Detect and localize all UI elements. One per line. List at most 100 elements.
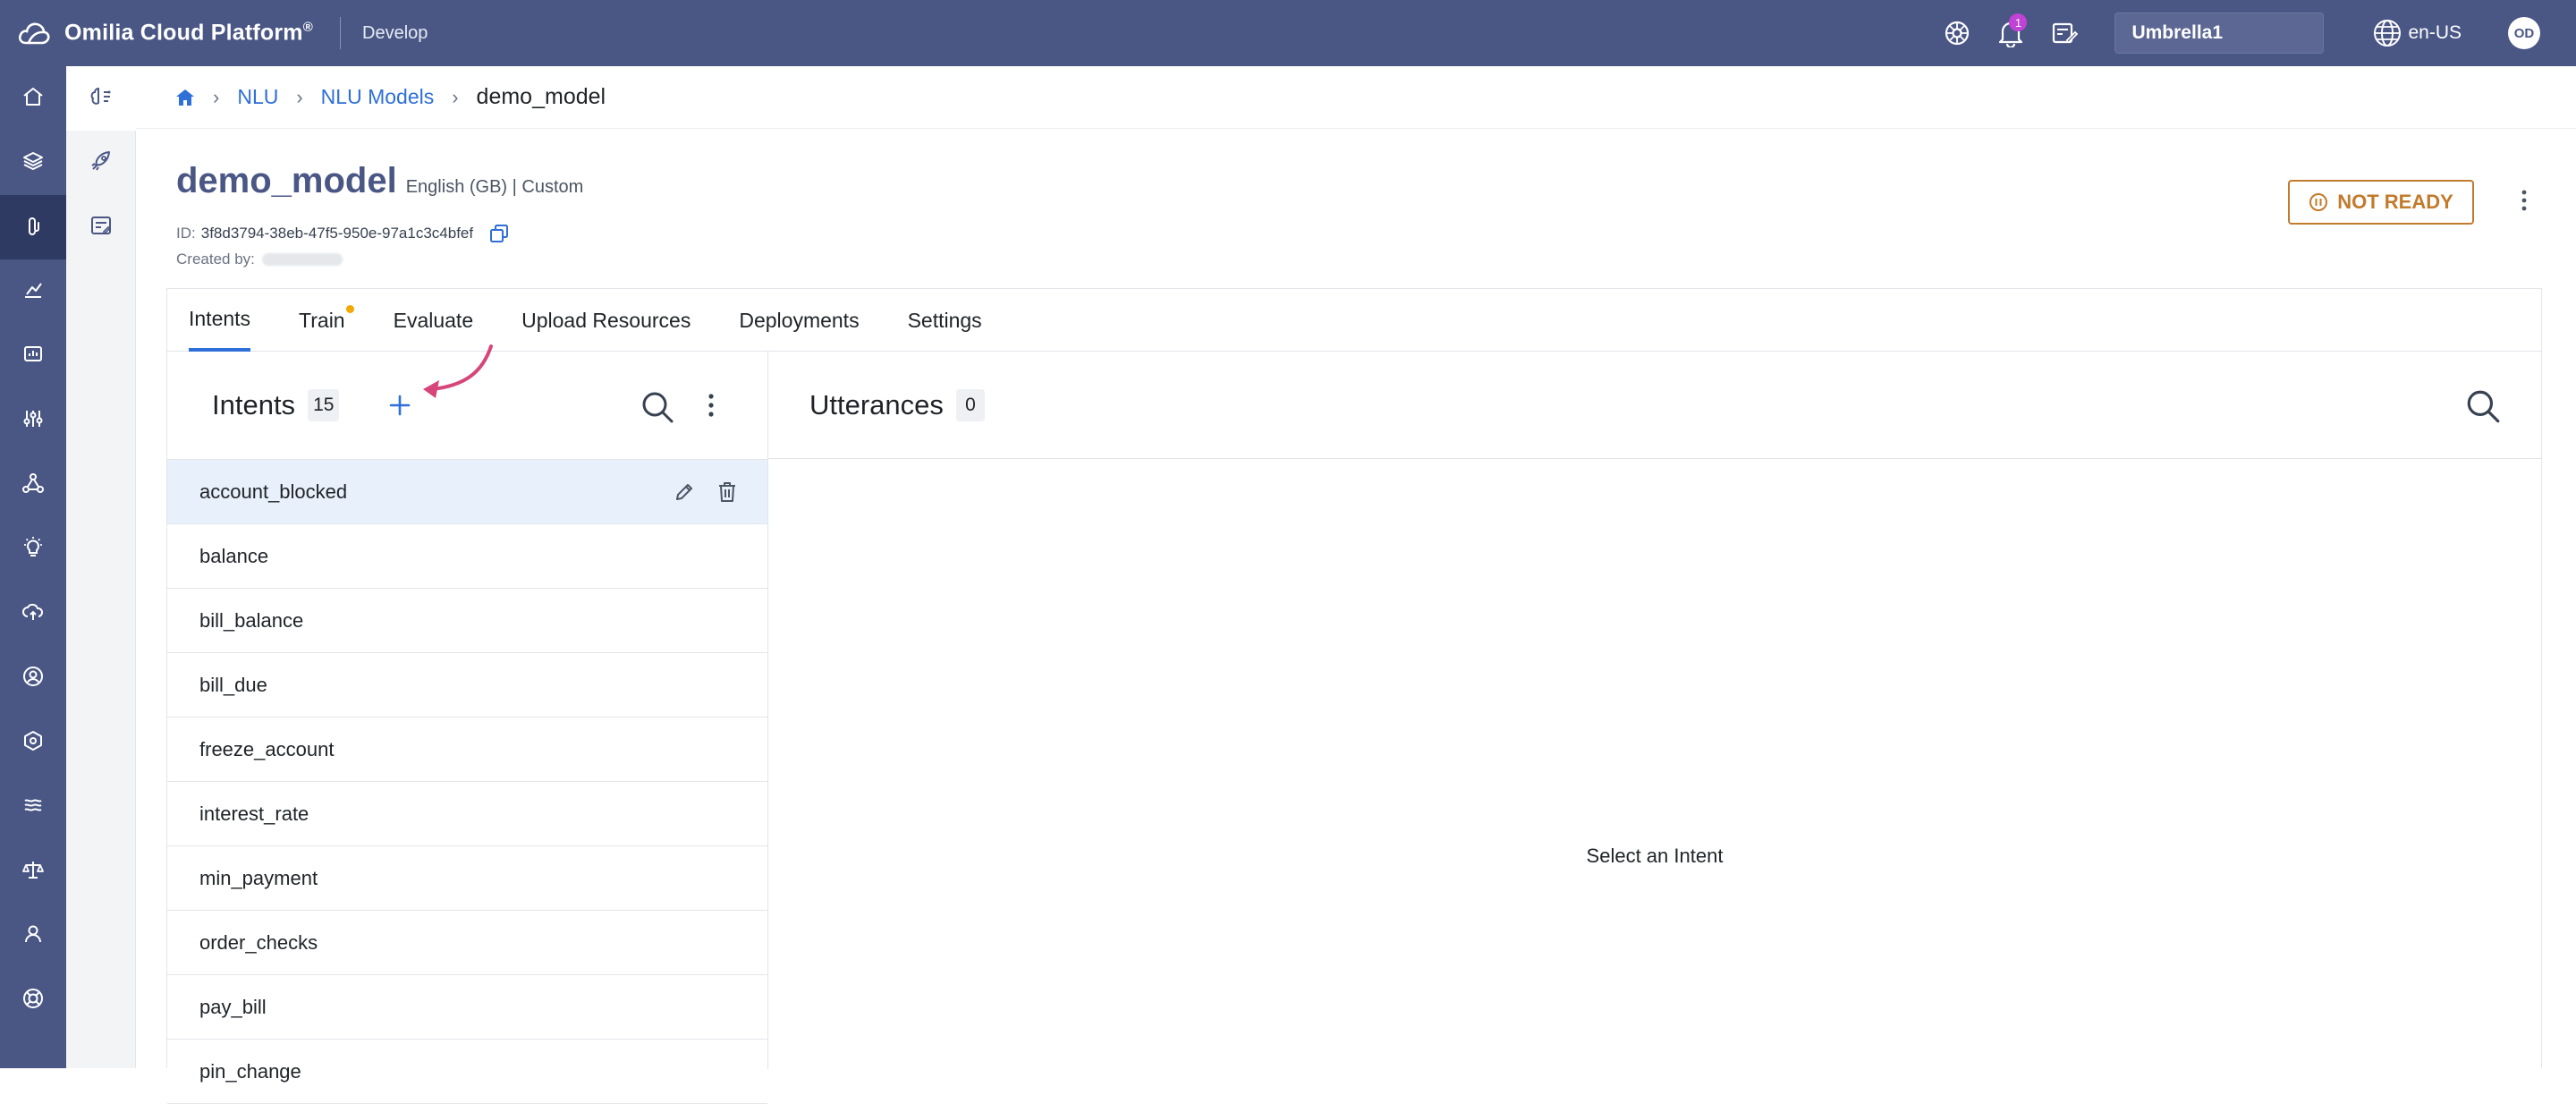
nav-cloud[interactable] xyxy=(0,582,66,646)
plus-icon xyxy=(388,394,411,417)
breadcrumb-current: demo_model xyxy=(476,84,606,109)
utterances-header: Utterances 0 xyxy=(768,352,2541,459)
cloud-logo-icon xyxy=(16,15,52,51)
chevron-right-icon: › xyxy=(213,85,220,108)
trademark: ® xyxy=(302,20,313,36)
tab-deployments[interactable]: Deployments xyxy=(739,289,859,352)
intent-row[interactable]: pay_bill xyxy=(167,975,767,1040)
layers-icon xyxy=(21,149,45,177)
scales-icon xyxy=(21,858,45,886)
intent-row[interactable]: min_payment xyxy=(167,846,767,911)
nav-layers[interactable] xyxy=(0,131,66,195)
copy-icon[interactable] xyxy=(489,224,509,243)
intent-row[interactable]: order_checks xyxy=(167,911,767,975)
breadcrumb-nlu[interactable]: NLU xyxy=(237,85,278,109)
model-language: English (GB) | Custom xyxy=(405,177,584,197)
utterances-search-button[interactable] xyxy=(2462,386,2504,427)
intent-name: account_blocked xyxy=(199,480,348,503)
intent-row[interactable]: pin_change xyxy=(167,1040,767,1104)
globe-icon xyxy=(2372,18,2402,48)
utterances-title: Utterances xyxy=(809,388,944,420)
add-intent-button[interactable] xyxy=(382,387,418,423)
nav-support[interactable] xyxy=(0,968,66,1032)
nav-nlu[interactable] xyxy=(0,195,66,259)
home-icon xyxy=(21,85,45,113)
annotation-arrow-icon xyxy=(423,343,495,419)
network-icon xyxy=(21,471,45,499)
intents-more-options[interactable] xyxy=(700,387,722,423)
tab-train[interactable]: Train xyxy=(299,289,354,352)
intent-name: balance xyxy=(199,544,269,567)
subnav-evaluations[interactable] xyxy=(66,195,136,259)
chart-edit-icon xyxy=(89,213,114,242)
created-by-value-redacted xyxy=(261,253,343,266)
cloud-upload-icon xyxy=(21,600,45,628)
intent-name: min_payment xyxy=(199,866,318,889)
intent-row[interactable]: balance xyxy=(167,524,767,589)
breadcrumb-nlu-models[interactable]: NLU Models xyxy=(321,85,435,109)
sliders-icon xyxy=(21,407,45,435)
breadcrumb: › NLU › NLU Models › demo_model xyxy=(136,66,2576,129)
intent-row[interactable]: bill_balance xyxy=(167,589,767,653)
user-icon xyxy=(21,922,45,950)
edit-pencil-icon[interactable] xyxy=(671,479,698,505)
model-header: demo_model English (GB) | Custom xyxy=(176,161,583,201)
tab-intents[interactable]: Intents xyxy=(189,289,251,352)
intent-row[interactable]: account_blocked xyxy=(167,460,767,524)
release-notes-icon[interactable] xyxy=(2046,15,2082,51)
intents-search-button[interactable] xyxy=(638,387,677,427)
train-indicator-dot xyxy=(345,305,354,313)
rocket-icon xyxy=(89,149,114,178)
intent-name: bill_balance xyxy=(199,608,304,632)
subnav-models[interactable] xyxy=(66,66,136,131)
analytics-icon xyxy=(21,278,45,306)
nav-compliance[interactable] xyxy=(0,839,66,904)
brand[interactable]: Omilia Cloud Platform® xyxy=(16,15,313,51)
nav-home[interactable] xyxy=(0,66,66,131)
tab-settings[interactable]: Settings xyxy=(908,289,982,352)
nav-flows[interactable] xyxy=(0,775,66,839)
tab-train-label: Train xyxy=(299,308,345,332)
brain-icon xyxy=(89,84,114,114)
intent-row[interactable]: freeze_account xyxy=(167,718,767,782)
home-breadcrumb-icon[interactable] xyxy=(175,89,195,106)
model-tabs: Intents Train Evaluate Upload Resources … xyxy=(167,289,2541,352)
delete-trash-icon[interactable] xyxy=(714,479,741,505)
nav-admin[interactable] xyxy=(0,646,66,710)
user-avatar[interactable]: OD xyxy=(2508,17,2540,49)
nav-analytics[interactable] xyxy=(0,259,66,324)
page-title: demo_model xyxy=(176,161,397,200)
nav-dashboard[interactable] xyxy=(0,324,66,388)
more-vertical-icon xyxy=(2521,190,2527,216)
intent-row-actions xyxy=(655,460,741,524)
nav-insights[interactable] xyxy=(0,517,66,582)
pause-circle-icon xyxy=(2309,192,2328,212)
intent-name: pay_bill xyxy=(199,995,267,1018)
notifications-bell-icon[interactable]: 1 xyxy=(1993,13,2029,51)
language-label: en-US xyxy=(2408,22,2462,43)
nav-integrations[interactable] xyxy=(0,453,66,517)
nav-settings-sliders[interactable] xyxy=(0,388,66,453)
nav-users[interactable] xyxy=(0,904,66,968)
help-wheel-icon[interactable] xyxy=(1939,15,1975,51)
language-selector[interactable]: en-US xyxy=(2372,18,2462,48)
hexagon-icon xyxy=(21,729,45,757)
intent-name: order_checks xyxy=(199,930,318,954)
nlu-icon xyxy=(21,214,45,242)
main-sidebar xyxy=(0,66,66,1068)
intent-row[interactable]: interest_rate xyxy=(167,782,767,846)
intents-count-badge: 15 xyxy=(308,389,340,421)
model-more-options[interactable] xyxy=(2512,188,2537,217)
intent-name: interest_rate xyxy=(199,802,309,825)
tab-upload-resources[interactable]: Upload Resources xyxy=(521,289,691,352)
nav-packages[interactable] xyxy=(0,710,66,775)
model-status-button[interactable]: NOT READY xyxy=(2288,180,2474,225)
subnav-deploy[interactable] xyxy=(66,131,136,195)
intent-name: bill_due xyxy=(199,673,267,696)
intent-row[interactable]: bill_due xyxy=(167,653,767,718)
topbar-divider xyxy=(340,17,341,49)
lifebuoy-icon xyxy=(21,987,45,1015)
user-gear-icon xyxy=(21,665,45,692)
tenant-selector[interactable]: Umbrella1 xyxy=(2114,13,2325,54)
intents-pane: Intents 15 account_blocked balance bill_… xyxy=(167,344,768,1104)
